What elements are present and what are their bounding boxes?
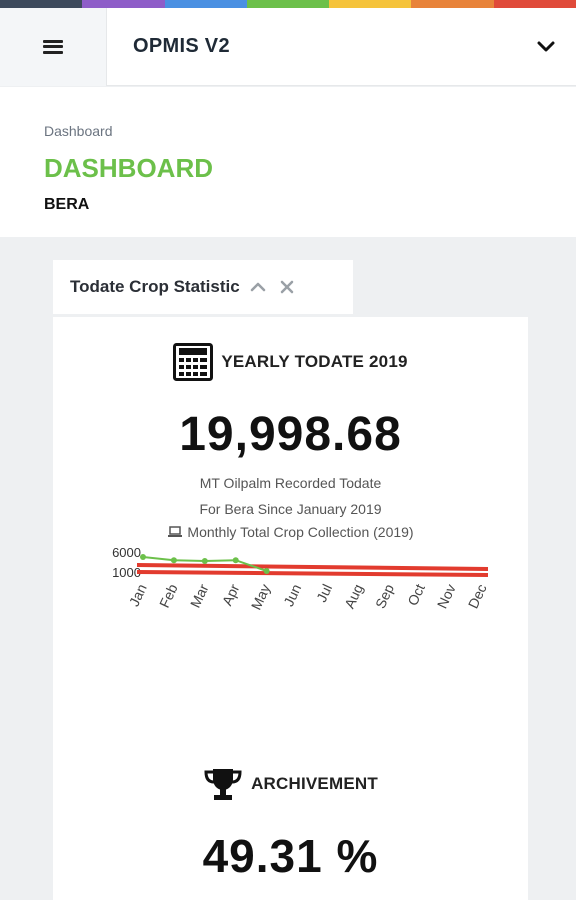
close-icon[interactable] <box>280 280 294 294</box>
stripe-segment <box>411 0 494 8</box>
x-tick-label: Mar <box>187 581 212 610</box>
x-tick-label: Oct <box>404 581 428 608</box>
chart-caption: Monthly Total Crop Collection (2019) <box>53 524 528 540</box>
trophy-icon <box>204 769 242 800</box>
user-dropdown-button[interactable] <box>516 8 576 86</box>
hamburger-icon <box>43 39 63 54</box>
chart-caption-text: Monthly Total Crop Collection (2019) <box>187 524 414 540</box>
y-tick-label: 6000 <box>112 545 141 560</box>
x-tick-label: Dec <box>465 582 490 611</box>
x-tick-label: Feb <box>156 581 181 610</box>
data-point <box>170 557 177 564</box>
stripe-segment <box>329 0 412 8</box>
yearly-scope-text: For Bera Since January 2019 <box>199 501 382 517</box>
series-line <box>136 563 489 577</box>
top-navbar: OPMIS V2 <box>0 7 576 86</box>
app-title: OPMIS V2 <box>133 35 230 57</box>
x-tick-label: May <box>248 582 274 613</box>
x-tick-label: Nov <box>434 582 459 611</box>
page-subtitle: BERA <box>44 196 90 213</box>
chevron-down-icon <box>537 41 555 51</box>
yearly-unit-text: MT Oilpalm Recorded Todate <box>199 475 382 491</box>
data-point <box>263 568 270 574</box>
crop-statistic-card: YEARLY TODATE 2019 19,998.68 MT Oilpalm … <box>53 317 528 900</box>
data-point <box>140 554 146 560</box>
yearly-total-value: 19,998.68 <box>179 408 402 461</box>
stripe-segment <box>246 0 330 8</box>
achievement-value: 49.31 % <box>202 830 379 882</box>
data-point <box>201 558 208 564</box>
yearly-header: YEARLY TODATE 2019 <box>53 343 528 381</box>
monthly-crop-chart: 6000 1000 Jan Feb Mar Apr May Jun Jul Aug Sep Oct No… <box>112 545 490 613</box>
calculator-icon <box>173 343 214 381</box>
laptop-icon <box>168 526 183 537</box>
x-tick-label: Apr <box>219 581 243 608</box>
breadcrumb[interactable]: Dashboard <box>44 123 113 139</box>
y-tick-label: 1000 <box>112 565 141 580</box>
menu-toggle-button[interactable] <box>0 7 107 86</box>
x-tick-label: Sep <box>372 581 397 611</box>
yearly-label: YEARLY TODATE 2019 <box>221 352 408 371</box>
x-tick-label: Aug <box>341 582 366 611</box>
x-tick-label: Jun <box>280 582 304 609</box>
x-tick-label: Jul <box>313 582 335 605</box>
widget-tab[interactable]: Todate Crop Statistic <box>53 260 353 314</box>
data-point <box>232 557 239 564</box>
achievement-header: ARCHIVEMENT <box>53 767 528 801</box>
stripe-segment <box>164 0 247 8</box>
widget-tab-label: Todate Crop Statistic <box>70 277 240 296</box>
x-tick-label: Jan <box>126 582 150 609</box>
chevron-up-icon[interactable] <box>250 281 266 293</box>
page-title: DASHBOARD <box>44 153 213 183</box>
achievement-label: ARCHIVEMENT <box>251 774 378 793</box>
